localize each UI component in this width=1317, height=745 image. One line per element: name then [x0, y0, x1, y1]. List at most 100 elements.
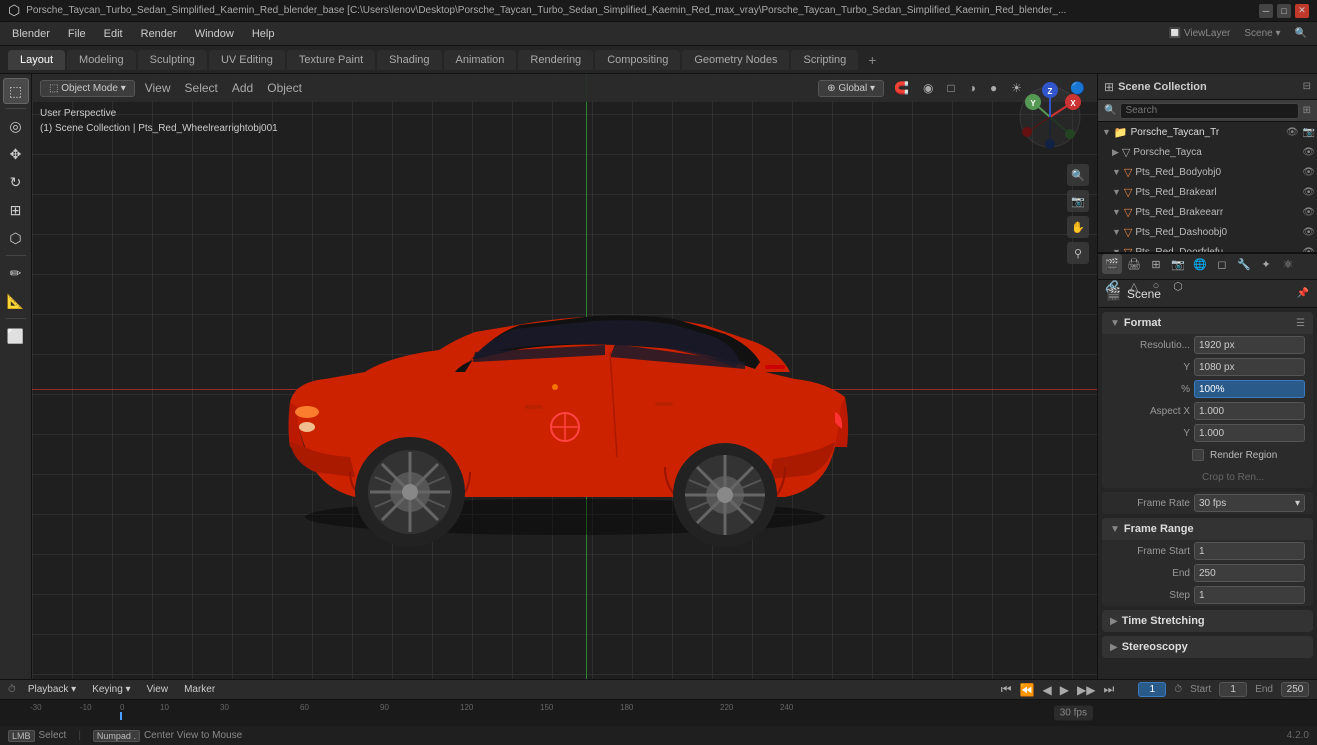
render-properties-tab[interactable]: 🎬 — [1102, 254, 1122, 274]
start-frame-display[interactable]: 1 — [1219, 682, 1247, 697]
eye-icon[interactable]: 👁 — [1302, 247, 1315, 255]
time-stretching-header[interactable]: ▶ Time Stretching — [1102, 610, 1313, 632]
outliner-search-input[interactable] — [1120, 103, 1298, 119]
jump-end-button[interactable]: ⏭ — [1103, 682, 1114, 697]
outliner-item-mesh-6[interactable]: ▼ ▽ Pts_Red_Doorfrlefu 👁 — [1098, 242, 1317, 254]
close-button[interactable]: ✕ — [1295, 4, 1309, 18]
physics-tab[interactable]: ⚛ — [1278, 254, 1298, 274]
tab-layout[interactable]: Layout — [8, 50, 65, 70]
outliner-item-mesh-1[interactable]: ▶ ▽ Porsche_Tayca 👁 — [1098, 142, 1317, 162]
format-menu-icon[interactable]: ☰ — [1296, 318, 1305, 329]
snap-icon[interactable]: 🧲 — [890, 79, 913, 97]
move-tool-button[interactable]: ✥ — [3, 141, 29, 167]
shading-wireframe[interactable]: □ — [943, 79, 958, 97]
object-properties-tab[interactable]: ◻ — [1212, 254, 1232, 274]
menu-file[interactable]: File — [60, 26, 94, 42]
menu-window[interactable]: Window — [187, 26, 242, 42]
camera-icon[interactable]: 📷 — [1303, 127, 1315, 138]
aspect-y-value[interactable]: 1.000 — [1194, 424, 1305, 442]
jump-start-button[interactable]: ⏮ — [1001, 682, 1012, 697]
current-frame-display[interactable]: 1 — [1138, 682, 1166, 697]
tab-modeling[interactable]: Modeling — [67, 50, 136, 70]
shading-solid[interactable]: ◑ — [965, 79, 980, 97]
next-frame-button[interactable]: ▶▶ — [1077, 683, 1095, 697]
world-properties-tab[interactable]: 🌐 — [1190, 254, 1210, 274]
output-properties-tab[interactable]: 🖨 — [1124, 254, 1144, 274]
annotate-tool-button[interactable]: ✏ — [3, 260, 29, 286]
proportional-edit-icon[interactable]: ◉ — [919, 79, 937, 97]
view-menu-tl[interactable]: View — [143, 684, 173, 695]
resolution-y-value[interactable]: 1080 px — [1194, 358, 1305, 376]
select-menu[interactable]: Select — [181, 79, 222, 97]
frame-start-value[interactable]: 1 — [1194, 542, 1305, 560]
transform-selector[interactable]: ⊕ Global ▾ — [818, 80, 884, 97]
outliner-item-mesh-3[interactable]: ▼ ▽ Pts_Red_Brakearl 👁 — [1098, 182, 1317, 202]
marker-menu[interactable]: Marker — [180, 684, 219, 695]
view-menu[interactable]: View — [141, 79, 175, 97]
camera-view-icon[interactable]: 📷 — [1067, 190, 1089, 212]
eye-icon[interactable]: 👁 — [1302, 147, 1315, 158]
outliner-sort-icon[interactable]: ⊞ — [1303, 105, 1311, 116]
stereoscopy-header[interactable]: ▶ Stereoscopy — [1102, 636, 1313, 658]
add-workspace-button[interactable]: + — [860, 48, 884, 72]
tab-scripting[interactable]: Scripting — [791, 50, 858, 70]
end-frame-display[interactable]: 250 — [1281, 682, 1309, 697]
minimize-button[interactable]: ─ — [1259, 4, 1273, 18]
outliner-filter-icon[interactable]: ⊟ — [1303, 81, 1311, 92]
keying-menu[interactable]: Keying ▾ — [88, 684, 134, 695]
eye-icon[interactable]: 👁 — [1302, 207, 1315, 218]
menu-blender[interactable]: Blender — [4, 26, 58, 42]
viewport[interactable]: ⬚ Object Mode ▾ View Select Add Object ⊕… — [32, 74, 1097, 679]
transform-tool-button[interactable]: ⬡ — [3, 225, 29, 251]
frame-rate-selector[interactable]: 30 fps ▾ — [1194, 494, 1305, 512]
tab-texture-paint[interactable]: Texture Paint — [287, 50, 375, 70]
timeline-scrubber[interactable]: -30 -10 0 10 30 60 90 120 150 180 220 24… — [0, 700, 1317, 726]
frame-range-header[interactable]: ▼ Frame Range — [1102, 518, 1313, 540]
frame-step-value[interactable]: 1 — [1194, 586, 1305, 604]
prev-keyframe-button[interactable]: ⏪ — [1020, 683, 1035, 697]
scene-properties-tab[interactable]: 📷 — [1168, 254, 1188, 274]
viewport-mode-selector[interactable]: ⬚ Object Mode ▾ — [40, 80, 135, 97]
scale-tool-button[interactable]: ⊞ — [3, 197, 29, 223]
tab-uv-editing[interactable]: UV Editing — [209, 50, 285, 70]
render-region-checkbox[interactable] — [1192, 449, 1204, 461]
playback-menu[interactable]: Playback ▾ — [24, 684, 80, 695]
eye-icon[interactable]: 👁 — [1302, 187, 1315, 198]
eye-icon[interactable]: 👁 — [1302, 227, 1315, 238]
tab-sculpting[interactable]: Sculpting — [138, 50, 207, 70]
shading-material[interactable]: ● — [986, 79, 1001, 97]
menu-edit[interactable]: Edit — [96, 26, 131, 42]
tab-shading[interactable]: Shading — [377, 50, 441, 70]
format-section-header[interactable]: ▼ Format ☰ — [1102, 312, 1313, 334]
tab-animation[interactable]: Animation — [444, 50, 517, 70]
scene-selector[interactable]: Scene ▾ — [1238, 28, 1286, 39]
pin-icon[interactable]: 📌 — [1297, 288, 1309, 299]
modifier-tab[interactable]: 🔧 — [1234, 254, 1254, 274]
outliner-item-mesh-2[interactable]: ▼ ▽ Pts_Red_Bodyobj0 👁 — [1098, 162, 1317, 182]
tab-rendering[interactable]: Rendering — [518, 50, 593, 70]
shader-nodes-tab[interactable]: ⬡ — [1168, 276, 1188, 296]
menu-help[interactable]: Help — [244, 26, 283, 42]
measure-tool-button[interactable]: 📐 — [3, 288, 29, 314]
eye-icon[interactable]: 👁 — [1302, 167, 1315, 178]
hand-tool-icon[interactable]: ✋ — [1067, 216, 1089, 238]
zoom-out-icon[interactable]: ⚲ — [1067, 242, 1089, 264]
tab-geometry-nodes[interactable]: Geometry Nodes — [682, 50, 789, 70]
select-tool-button[interactable]: ⬚ — [3, 78, 29, 104]
view-layer-tab[interactable]: ⊞ — [1146, 254, 1166, 274]
navigation-gizmo[interactable]: X Y Z — [1015, 82, 1085, 152]
add-menu[interactable]: Add — [228, 79, 257, 97]
outliner-item-mesh-4[interactable]: ▼ ▽ Pts_Red_Brakeearr 👁 — [1098, 202, 1317, 222]
maximize-button[interactable]: □ — [1277, 4, 1291, 18]
prev-frame-button[interactable]: ◀ — [1043, 683, 1052, 697]
search-global[interactable]: 🔍 — [1289, 28, 1313, 39]
cursor-tool-button[interactable]: ◎ — [3, 113, 29, 139]
object-menu[interactable]: Object — [263, 79, 306, 97]
play-button[interactable]: ▶ — [1060, 683, 1069, 697]
particles-tab[interactable]: ✦ — [1256, 254, 1276, 274]
aspect-x-value[interactable]: 1.000 — [1194, 402, 1305, 420]
resolution-x-value[interactable]: 1920 px — [1194, 336, 1305, 354]
add-cube-button[interactable]: ⬜ — [3, 323, 29, 349]
tab-compositing[interactable]: Compositing — [595, 50, 680, 70]
outliner-item-collection[interactable]: ▼ 📁 Porsche_Taycan_Tr 👁 📷 — [1098, 122, 1317, 142]
